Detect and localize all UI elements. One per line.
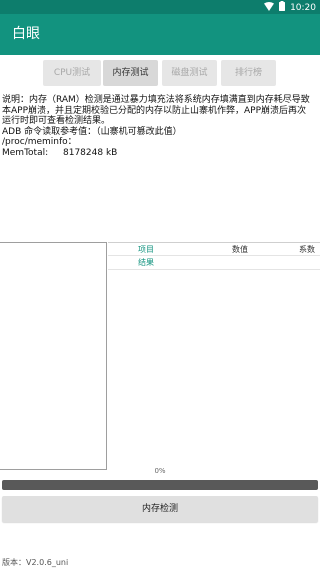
version-label: 版本：V2.0.6_uni — [2, 558, 69, 567]
battery-icon — [279, 1, 286, 15]
header-item: 项目 — [138, 245, 154, 254]
results-table-header: 项目 数值 系数 — [108, 242, 320, 256]
tab-disk-test[interactable]: 磁盘测试 — [162, 60, 217, 86]
meminfo-path: /proc/meminfo： — [2, 137, 77, 148]
tab-cpu-test[interactable]: CPU测试 — [43, 60, 101, 86]
status-bar: 10:20 — [0, 0, 320, 14]
memory-test-button[interactable]: 内存检测 — [2, 496, 318, 522]
result-label: 结果 — [138, 258, 154, 267]
test-tabs: CPU测试 内存测试 磁盘测试 排行榜 — [0, 60, 320, 88]
mem-total-label: MemTotal: — [2, 147, 49, 158]
app-title: 白眼 — [12, 26, 40, 42]
adb-line: ADB 命令读取参考值：（山寨机可篡改此值） — [2, 126, 182, 137]
description-line: 本APP崩溃，并且定期校验已分配的内存以防止山寨机作弊，APP崩溃后再次 — [2, 105, 307, 116]
wifi-icon — [264, 1, 275, 15]
description-line: 运行时即可查看检测结果。 — [2, 116, 111, 127]
mem-total-row: MemTotal: 8178248 kB — [2, 148, 318, 159]
tab-ranking[interactable]: 排行榜 — [221, 60, 276, 86]
chart-area — [0, 242, 107, 470]
description-text: 说明：内存（RAM）检测是通过暴力填充法将系统内存填满直到内存耗尽导致 本APP… — [2, 95, 318, 159]
header-coefficient: 系数 — [299, 245, 315, 254]
tab-memory-test[interactable]: 内存测试 — [103, 60, 158, 86]
header-value: 数值 — [232, 245, 248, 254]
progress-bar — [2, 480, 318, 490]
clock: 10:20 — [290, 3, 316, 13]
mem-total-value: 8178248 kB — [63, 147, 118, 158]
progress-percent: 0% — [154, 467, 166, 475]
app-bar: 白眼 — [0, 14, 320, 55]
status-icons: 10:20 — [264, 1, 316, 15]
description-line: 说明：内存（RAM）检测是通过暴力填充法将系统内存填满直到内存耗尽导致 — [2, 95, 310, 105]
table-row: 结果 — [108, 256, 320, 270]
